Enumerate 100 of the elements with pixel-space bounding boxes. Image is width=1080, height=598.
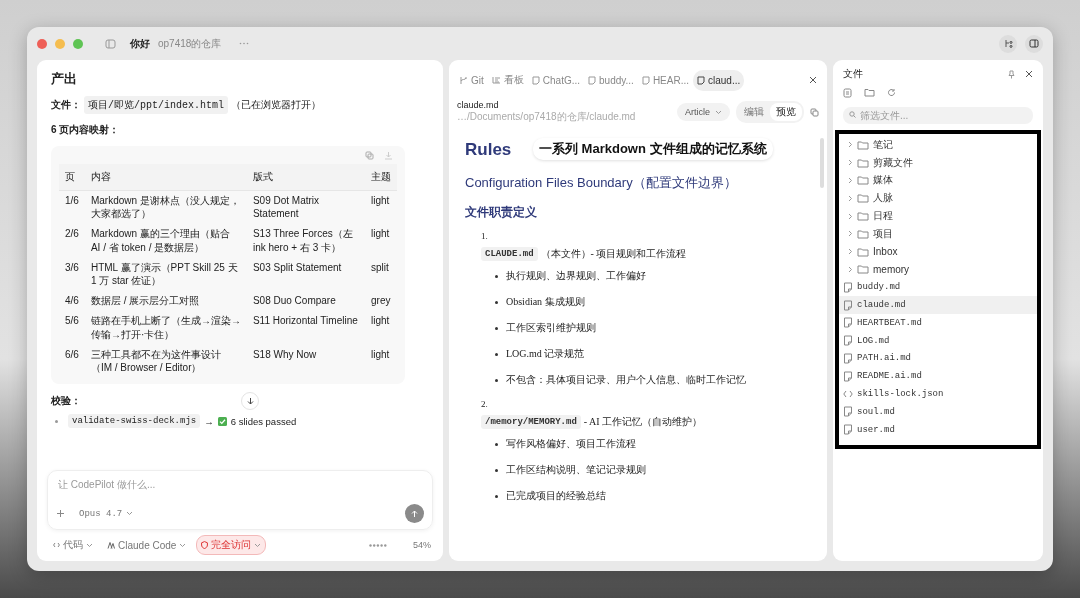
column-header: 版式 (246, 164, 365, 191)
file-tree-item[interactable]: 项目 (839, 225, 1037, 243)
table-cell-text: 三种工具都不在为这件事设计（IM / Browser / Editor） (89, 347, 222, 375)
file-tree-item[interactable]: claude.md (839, 296, 1037, 314)
code-icon (843, 390, 853, 399)
table-cell-text: 5/6 (64, 314, 80, 329)
table-cell-text: S13 Three Forces（左 ink hero + 右 3 卡） (251, 227, 354, 255)
chevron-right-icon[interactable] (847, 230, 853, 238)
code-icon (53, 542, 60, 548)
file-label: 文件： (51, 98, 81, 112)
file-tree-item[interactable]: user.md (839, 420, 1037, 439)
copy-icon[interactable] (365, 151, 374, 160)
file-tree-item[interactable]: PATH.ai.md (839, 349, 1037, 368)
file-tree-item[interactable]: Inbox (839, 242, 1037, 261)
context-meter-icon (369, 543, 387, 547)
table-cell: S09 Dot Matrix Statement (246, 190, 365, 225)
file-tree-item[interactable]: HEARTBEAT.md (839, 313, 1037, 332)
document-subheading: 文件职责定义 (465, 204, 537, 221)
close-icon[interactable] (1025, 70, 1033, 78)
file-tree-item[interactable]: buddy.md (839, 278, 1037, 297)
agent-icon (107, 541, 115, 549)
bullet-text: 不包含：具体项目记录、用户个人信息、临时工作记忆 (506, 373, 746, 387)
file-tree-item[interactable]: README.ai.md (839, 367, 1037, 386)
document-icon (641, 75, 650, 85)
table-cell-text: S03 Split Statement (251, 260, 343, 275)
chevron-down-icon (179, 542, 187, 548)
bullet-text: 已完成项目的经验总结 (506, 489, 606, 503)
script-name: validate-swiss-deck.mjs (68, 414, 201, 429)
document-icon (697, 75, 705, 85)
more-icon[interactable] (239, 42, 250, 45)
close-window-button[interactable] (37, 38, 47, 49)
new-folder-icon[interactable] (864, 88, 875, 97)
column-header: 主题 (365, 164, 397, 191)
down-arrow-icon (246, 397, 254, 406)
check-icon (217, 416, 227, 426)
download-icon[interactable] (384, 151, 393, 160)
access-selector[interactable]: 完全访问 (196, 535, 267, 555)
model-selector[interactable]: Opus 4.7 (79, 508, 134, 519)
table-cell: 1/6 (59, 190, 85, 225)
document-icon (843, 406, 853, 418)
list-text: （本文件）- 项目规则和工作流程 (540, 247, 687, 261)
file-path: …/Documents/op7418的仓库/claude.md (457, 110, 636, 124)
mode-option[interactable]: 编辑 (738, 103, 770, 121)
agent-selector[interactable]: Claude Code (103, 537, 191, 553)
editor-tab[interactable]: HEAR... (637, 69, 693, 91)
zoom-window-button[interactable] (73, 38, 83, 49)
chevron-right-icon[interactable] (847, 248, 853, 256)
refresh-icon[interactable] (887, 88, 896, 97)
filter-field[interactable]: 筛选文件... (843, 107, 1033, 124)
document-icon (843, 352, 853, 364)
close-icon (809, 76, 817, 84)
file-tree-item[interactable]: LOG.md (839, 331, 1037, 350)
editor-tab[interactable]: ChatG... (527, 69, 585, 91)
editor-tab[interactable]: buddy... (584, 69, 638, 91)
list-number: 2. (481, 399, 488, 409)
file-tree-item[interactable]: 媒体 (839, 171, 1037, 190)
file-tree-item[interactable]: 笔记 (839, 136, 1037, 154)
document-icon (843, 281, 853, 293)
panel-toggle-button[interactable] (1025, 34, 1043, 53)
document-icon (843, 317, 853, 329)
chevron-right-icon[interactable] (847, 194, 853, 202)
message-composer[interactable]: 让 CodePilot 做什么... Opus 4.7 (47, 470, 433, 530)
file-tree-item[interactable]: memory (839, 260, 1037, 279)
scroll-down-button[interactable] (241, 392, 259, 411)
check-label: 校验： (51, 394, 81, 409)
file-tree-item[interactable]: 剪藏文件 (839, 153, 1037, 172)
add-icon[interactable] (56, 509, 65, 518)
document-icon (843, 299, 853, 311)
chevron-right-icon[interactable] (847, 177, 853, 184)
mode-selector[interactable]: 代码 (49, 536, 97, 554)
send-button[interactable] (405, 504, 424, 523)
file-tree-item[interactable]: 日程 (839, 207, 1037, 225)
mode-option[interactable]: 预览 (770, 103, 802, 121)
chevron-right-icon[interactable] (847, 212, 853, 220)
editor-tab[interactable]: 看板 (487, 68, 528, 92)
document-heading: Configuration Files Boundary（配置文件边界） (465, 174, 737, 192)
branch-button[interactable] (999, 34, 1017, 53)
folder-icon (857, 228, 869, 239)
view-selector[interactable]: Article (677, 103, 730, 121)
editor-tab[interactable]: claud... (693, 69, 745, 91)
editor-tab[interactable]: Git (455, 69, 488, 91)
new-file-icon[interactable] (843, 88, 852, 98)
sidebar-toggle-icon[interactable] (105, 38, 116, 49)
copy-icon[interactable] (810, 107, 819, 117)
document-icon (843, 335, 853, 347)
table-cell-text: grey (370, 294, 392, 309)
table-cell-text: split (370, 260, 390, 275)
table-cell-text: S11 Horizontal Timeline (251, 314, 359, 329)
file-tree-item[interactable]: skills-lock.json (839, 385, 1037, 403)
pin-icon[interactable] (1008, 69, 1015, 79)
minimize-window-button[interactable] (55, 38, 65, 49)
scrollbar-thumb[interactable] (820, 138, 824, 188)
chevron-right-icon[interactable] (847, 159, 853, 167)
inline-code: CLAUDE.md (481, 247, 538, 261)
file-tree-item[interactable]: 人脉 (839, 189, 1037, 208)
table-cell-text: S08 Duo Compare (251, 294, 337, 309)
file-tree-item[interactable]: soul.md (839, 402, 1037, 421)
folder-icon (857, 264, 869, 275)
chevron-right-icon[interactable] (847, 141, 853, 149)
chevron-right-icon[interactable] (847, 265, 853, 273)
